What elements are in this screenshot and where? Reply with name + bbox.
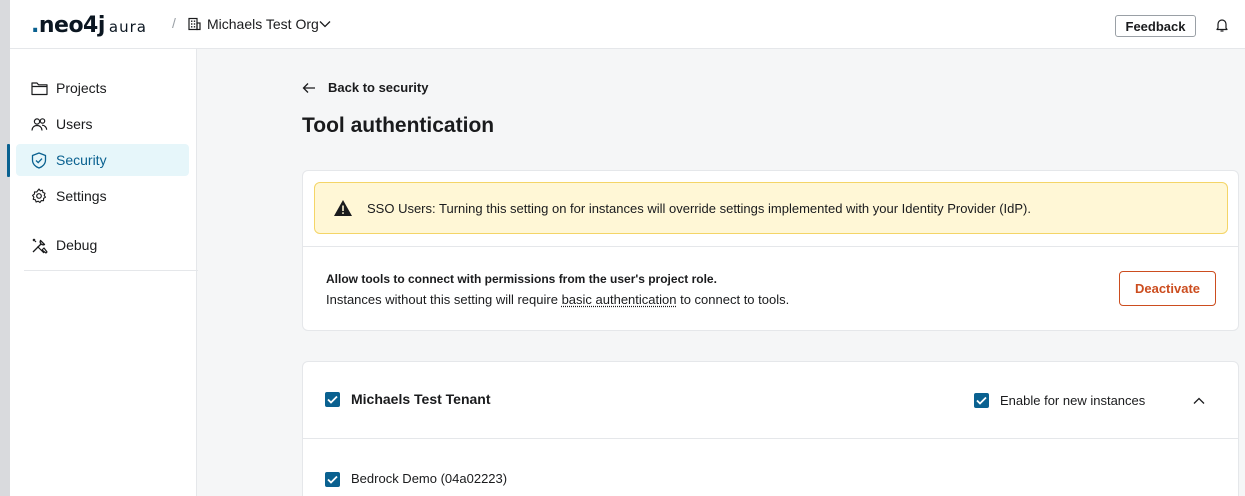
setting-title: Allow tools to connect with permissions … (326, 272, 717, 286)
bell-icon[interactable] (1214, 17, 1230, 33)
tenant-card: Michaels Test Tenant Enable for new inst… (302, 361, 1239, 496)
sidebar-item-security[interactable]: Security (16, 144, 189, 176)
warning-icon (333, 199, 353, 217)
instance-checkbox[interactable] (325, 472, 340, 487)
window-edge (0, 0, 10, 496)
breadcrumb-separator: / (172, 15, 176, 31)
sidebar-item-label: Debug (56, 237, 97, 253)
neo4j-aura-logo[interactable]: .neo4j aura (31, 13, 147, 38)
back-to-security-link[interactable]: Back to security (302, 80, 428, 95)
setting-description: Instances without this setting will requ… (326, 292, 789, 307)
chevron-up-icon[interactable] (1192, 394, 1206, 408)
active-indicator (7, 144, 10, 177)
tenant-checkbox[interactable] (325, 392, 340, 407)
sidebar-item-debug[interactable]: Debug (16, 229, 189, 261)
check-icon (976, 396, 987, 405)
sidebar-item-label: Settings (56, 188, 107, 204)
tool-auth-card: SSO Users: Turning this setting on for i… (302, 170, 1239, 331)
back-link-label: Back to security (328, 80, 428, 95)
page-title: Tool authentication (302, 114, 494, 138)
logo-text: .neo4j (31, 13, 105, 38)
shield-icon (30, 151, 48, 169)
tenant-name: Michaels Test Tenant (351, 391, 491, 407)
deactivate-button[interactable]: Deactivate (1119, 271, 1216, 306)
card-divider (303, 438, 1238, 439)
card-divider (303, 246, 1238, 247)
basic-authentication-link[interactable]: basic authentication (562, 292, 677, 307)
users-icon (30, 115, 48, 133)
instance-name: Bedrock Demo (04a02223) (351, 471, 507, 486)
org-selector[interactable]: Michaels Test Org (207, 16, 319, 32)
sidebar-item-label: Users (56, 116, 93, 132)
feedback-button[interactable]: Feedback (1115, 15, 1196, 37)
logo-product: aura (109, 18, 147, 36)
tools-icon (30, 236, 48, 254)
arrow-left-icon (302, 81, 316, 95)
folder-icon (30, 79, 48, 97)
chevron-down-icon[interactable] (318, 17, 332, 31)
sidebar-item-projects[interactable]: Projects (16, 72, 189, 104)
sidebar-item-users[interactable]: Users (16, 108, 189, 140)
sidebar-divider (24, 270, 198, 271)
check-icon (327, 475, 338, 484)
building-icon (187, 17, 201, 31)
enable-new-instances-checkbox[interactable] (974, 393, 989, 408)
top-header: .neo4j aura / Michaels Test Org Feedback (10, 0, 1245, 49)
sidebar: Projects Users Security Settings Debug (10, 49, 197, 496)
warning-text: SSO Users: Turning this setting on for i… (367, 201, 1031, 216)
gear-icon (30, 187, 48, 205)
sidebar-item-label: Projects (56, 80, 107, 96)
enable-new-instances-label[interactable]: Enable for new instances (1000, 393, 1145, 408)
sso-warning-banner: SSO Users: Turning this setting on for i… (314, 182, 1228, 234)
sidebar-item-label: Security (56, 152, 107, 168)
sidebar-item-settings[interactable]: Settings (16, 180, 189, 212)
check-icon (327, 395, 338, 404)
